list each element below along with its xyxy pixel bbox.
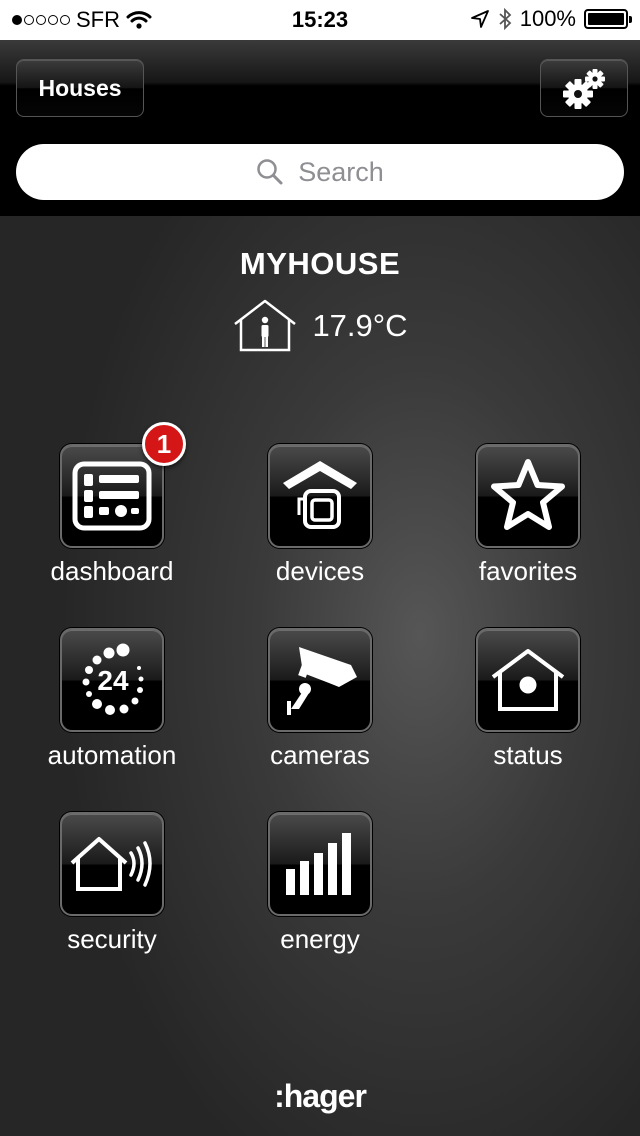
bluetooth-icon: [499, 8, 512, 30]
automation-24-icon: 24: [82, 643, 144, 715]
house-status-icon: [491, 649, 565, 711]
tile-label: cameras: [270, 740, 370, 770]
tile-devices[interactable]: devices: [220, 444, 420, 587]
tile-security[interactable]: security: [12, 812, 212, 955]
hager-logo: :hager: [274, 1078, 367, 1114]
energy-bars-icon: [286, 833, 351, 895]
tile-energy[interactable]: energy: [220, 812, 420, 955]
search-icon: [257, 159, 283, 185]
tile-label: status: [493, 740, 563, 770]
houses-button[interactable]: Houses: [16, 59, 144, 117]
camera-icon: [287, 647, 357, 715]
status-right: 100%: [470, 6, 632, 32]
status-left: SFR: [12, 7, 152, 33]
tile-dashboard[interactable]: 1 dashboard: [12, 422, 212, 587]
house-person-icon: [234, 299, 297, 352]
wifi-icon: [126, 11, 152, 29]
battery-icon: [584, 9, 632, 29]
signal-dot: [48, 15, 58, 25]
tile-label: security: [67, 924, 157, 954]
automation-24-text: 24: [97, 665, 129, 696]
battery-fill: [588, 13, 624, 25]
house-name: MYHOUSE: [239, 246, 401, 281]
tile-label: energy: [280, 924, 360, 954]
tile-label: automation: [47, 740, 177, 770]
search-placeholder: Search: [298, 156, 384, 187]
location-arrow-icon: [470, 10, 489, 28]
tile-icon-box: [268, 444, 372, 548]
signal-dot: [24, 15, 34, 25]
signal-dot: [36, 15, 46, 25]
search-input[interactable]: Search: [16, 144, 624, 200]
signal-strength-icon: [12, 15, 70, 25]
devices-icon: [283, 461, 357, 529]
tile-cameras[interactable]: cameras: [220, 628, 420, 771]
carrier-name: SFR: [76, 7, 120, 32]
temperature-row: 17.9°C: [0, 298, 640, 354]
tile-label: dashboard: [50, 556, 174, 586]
signal-dot: [60, 15, 70, 25]
dashboard-icon: [72, 461, 152, 531]
tile-automation[interactable]: 24 automation: [12, 628, 212, 771]
battery-percent: 100%: [519, 6, 576, 31]
tile-icon-box: [476, 444, 580, 548]
tile-icon-box: 24: [60, 628, 164, 732]
search-bar: Search: [0, 128, 640, 216]
temperature-value: 17.9°C: [312, 308, 408, 343]
notification-badge: 1: [142, 422, 186, 466]
gears-icon: [563, 69, 605, 109]
signal-dot: [12, 15, 22, 25]
tile-label: devices: [275, 556, 365, 586]
settings-button[interactable]: [540, 59, 628, 117]
nav-bar: Houses: [0, 40, 640, 129]
tile-favorites[interactable]: favorites: [428, 444, 628, 587]
tile-icon-box: 1: [60, 422, 186, 548]
home-screen: MYHOUSE 17.9°C 1 dashboard devices favor…: [0, 216, 640, 1136]
tile-label: favorites: [478, 556, 578, 586]
tile-status[interactable]: status: [428, 628, 628, 771]
status-bar: SFR 15:23 100%: [0, 0, 640, 40]
security-icon: [70, 837, 152, 891]
tile-icon-box: [268, 628, 372, 732]
star-icon: [491, 459, 565, 530]
tile-icon-box: [268, 812, 372, 916]
tile-icon-box: [476, 628, 580, 732]
tile-icon-box: [60, 812, 164, 916]
